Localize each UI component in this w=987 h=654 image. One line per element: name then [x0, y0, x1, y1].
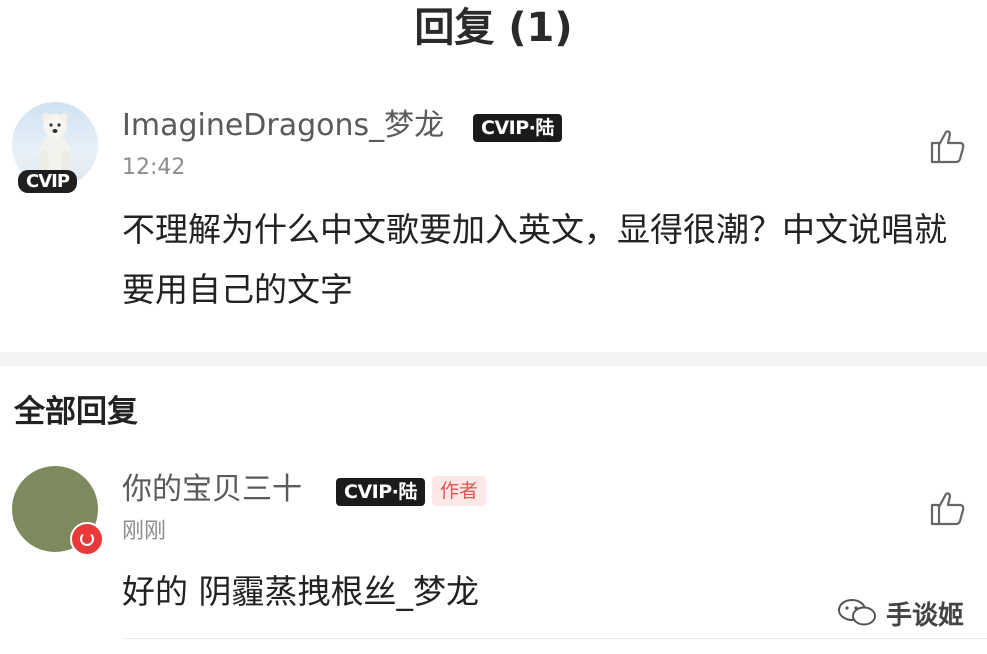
comment-timestamp: 12:42: [122, 155, 186, 180]
author-tag: 作者: [432, 476, 487, 506]
comment-text: 不理解为什么中文歌要加入英文，显得很潮？中文说唱就要用自己的文字: [122, 210, 947, 309]
wechat-icon: [838, 599, 876, 626]
watermark-text: 手谈姬: [886, 601, 965, 631]
section-title: 全部回复: [14, 394, 138, 430]
reply-thumbs-up-icon[interactable]: [928, 488, 968, 528]
reply-vip-badge: CVIP·陆: [336, 478, 425, 506]
netease-music-icon: [70, 522, 104, 556]
avatar-cvip-badge: CVIP: [18, 170, 78, 193]
reply-username[interactable]: 你的宝贝三十: [122, 470, 302, 510]
reply-divider: [122, 638, 987, 639]
username[interactable]: ImagineDragons_梦龙: [122, 106, 444, 146]
vip-badge: CVIP·陆: [473, 114, 562, 142]
reply-text: 好的 阴霾蒸拽根丝_梦龙: [122, 572, 479, 611]
thumbs-up-icon[interactable]: [928, 126, 968, 166]
page-title: 回复 (1): [414, 5, 573, 51]
section-divider: [0, 352, 987, 366]
reply-timestamp: 刚刚: [122, 519, 167, 544]
